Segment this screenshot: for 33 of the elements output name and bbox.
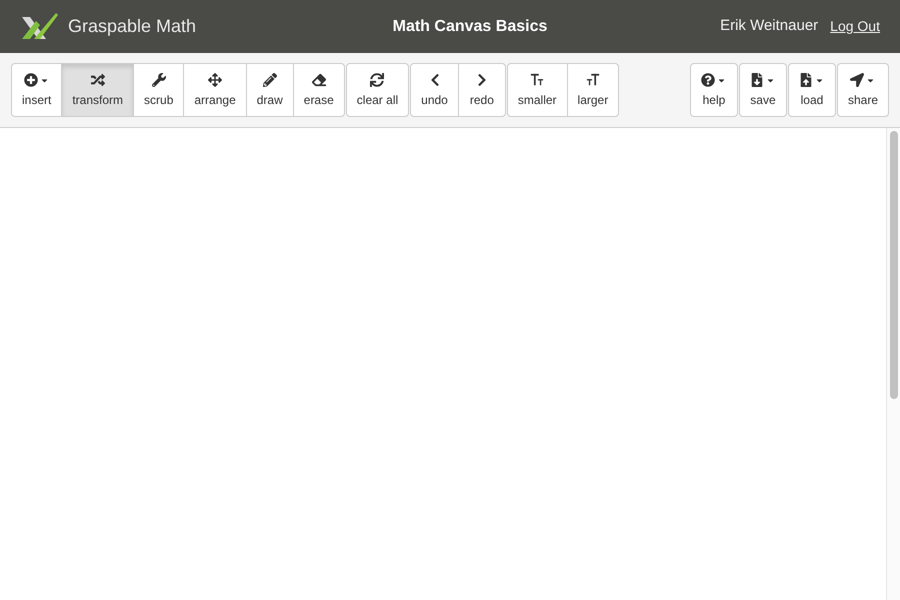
wrench-icon	[152, 73, 166, 87]
file-upload-icon	[799, 73, 814, 87]
toolbar-button[interactable]: redo	[458, 63, 506, 117]
toolbar-button[interactable]: insert	[11, 63, 62, 117]
toolbar-button[interactable]: save	[738, 63, 787, 117]
refresh-icon	[370, 73, 384, 87]
pencil-icon	[262, 73, 277, 87]
text-smaller-icon	[530, 73, 544, 87]
toolbar-button[interactable]: load	[788, 63, 836, 117]
toolbar-button[interactable]: clear all	[346, 63, 410, 117]
paper-plane-icon	[850, 73, 864, 87]
app-name: Graspable Math	[68, 15, 196, 38]
toolbar-button[interactable]: undo	[410, 63, 459, 117]
toolbar-button[interactable]: larger	[566, 63, 620, 117]
shuffle-icon	[90, 73, 105, 87]
toolbar-button[interactable]: erase	[292, 63, 345, 117]
logout-link[interactable]: Log Out	[830, 16, 880, 37]
file-download-icon	[750, 73, 764, 87]
document-title: Math Canvas Basics	[392, 16, 548, 36]
toolbar-button[interactable]: smaller	[506, 63, 568, 117]
toolbar-button[interactable]: scrub	[133, 63, 184, 117]
toolbar-button[interactable]: draw	[246, 63, 294, 117]
text-larger-icon	[586, 73, 600, 87]
toolbar-button[interactable]: arrange	[183, 63, 247, 117]
scrollbar[interactable]	[886, 128, 900, 600]
user-name: Erik Weitnauer	[720, 16, 818, 36]
toolbar-button[interactable]: help	[690, 63, 738, 117]
toolbar-button[interactable]: transform	[61, 63, 134, 117]
move-arrows-icon	[208, 73, 222, 87]
eraser-icon	[312, 73, 326, 87]
scrollbar-thumb[interactable]	[890, 131, 898, 399]
toolbar-button[interactable]: share	[836, 63, 889, 117]
help-icon	[701, 73, 716, 87]
